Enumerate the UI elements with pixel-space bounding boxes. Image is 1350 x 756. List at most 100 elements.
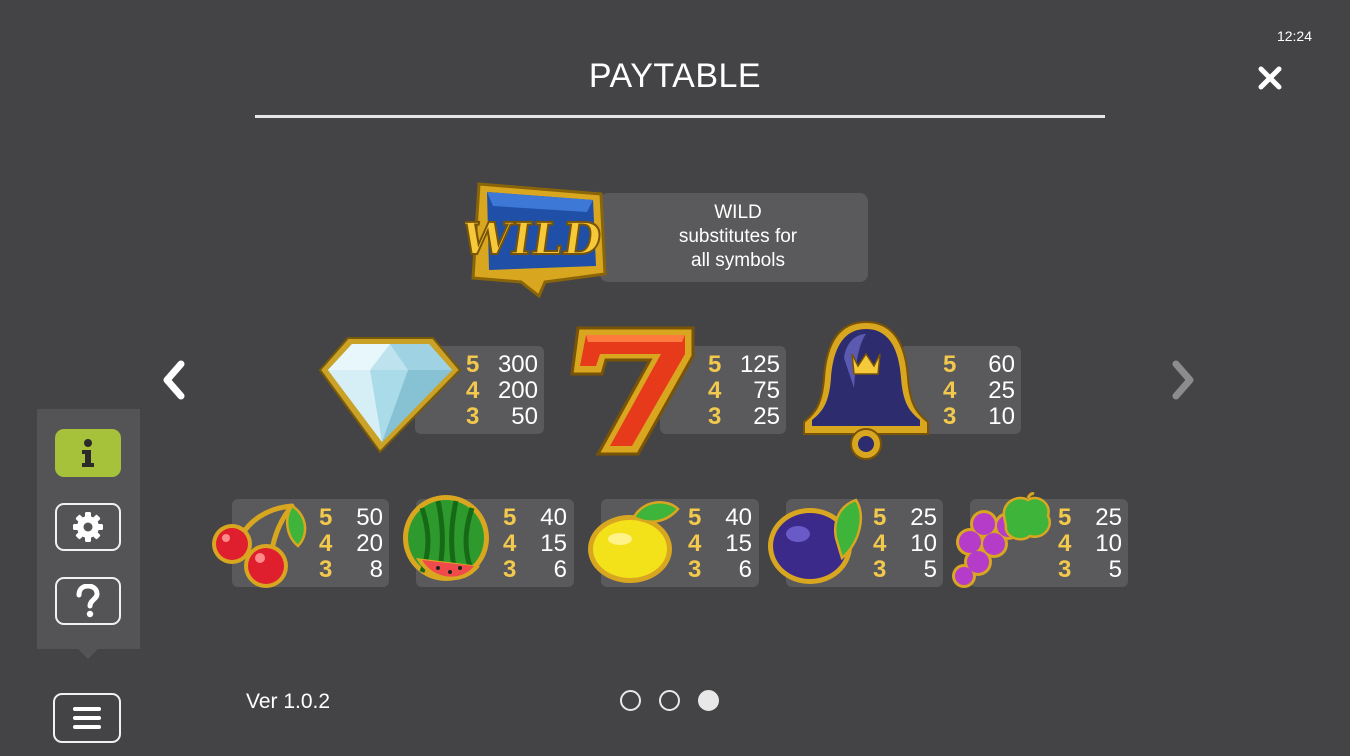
payout-value: 25 bbox=[910, 504, 937, 531]
payout-value: 60 bbox=[988, 351, 1015, 378]
symbol-count: 3 bbox=[1058, 556, 1072, 583]
grapes-icon bbox=[952, 492, 1051, 588]
paytable-values: 5 50 4 20 38 bbox=[319, 505, 383, 583]
wild-line: all symbols bbox=[691, 250, 785, 271]
svg-text:WILD: WILD bbox=[465, 213, 605, 265]
symbol-count: 4 bbox=[466, 377, 480, 404]
symbol-count: 4 bbox=[688, 530, 702, 557]
side-menu bbox=[37, 409, 140, 649]
payout-value: 25 bbox=[753, 403, 780, 430]
symbol-count: 3 bbox=[466, 403, 480, 430]
side-menu-pointer bbox=[77, 648, 99, 659]
symbol-count: 3 bbox=[319, 556, 333, 583]
payout-value: 75 bbox=[753, 377, 780, 404]
paytable-values: 5 25 4 10 35 bbox=[1058, 505, 1122, 583]
pay-row: 5 300 bbox=[466, 352, 538, 378]
version-label: Ver 1.0.2 bbox=[246, 690, 331, 713]
payout-value: 15 bbox=[540, 530, 567, 557]
wild-line: WILD bbox=[714, 202, 762, 223]
cherry-icon bbox=[212, 503, 307, 588]
plum-icon bbox=[768, 498, 863, 584]
symbol-count: 5 bbox=[688, 504, 702, 531]
settings-button[interactable] bbox=[55, 503, 121, 551]
symbol-count: 3 bbox=[873, 556, 887, 583]
page-dot-active[interactable] bbox=[698, 690, 719, 711]
pay-row: 5 25 bbox=[1058, 505, 1122, 531]
wild-line: substitutes for bbox=[678, 226, 798, 247]
question-icon bbox=[76, 584, 100, 618]
pay-row: 36 bbox=[688, 557, 752, 583]
gear-icon bbox=[73, 512, 103, 542]
watermelon-icon bbox=[403, 495, 489, 581]
next-page-button[interactable] bbox=[1166, 358, 1202, 402]
symbol-count: 4 bbox=[1058, 530, 1072, 557]
paytable-values: 5 25 4 10 35 bbox=[873, 505, 937, 583]
pay-row: 5 25 bbox=[873, 505, 937, 531]
symbol-count: 4 bbox=[873, 530, 887, 557]
payout-value: 10 bbox=[988, 403, 1015, 430]
pay-row: 3 50 bbox=[466, 404, 538, 430]
payout-value: 20 bbox=[356, 530, 383, 557]
pay-row: 5 50 bbox=[319, 505, 383, 531]
pay-row: 4 200 bbox=[466, 378, 538, 404]
symbol-count: 4 bbox=[708, 377, 722, 404]
payout-value: 50 bbox=[356, 504, 383, 531]
payout-value: 8 bbox=[369, 556, 383, 583]
symbol-count: 5 bbox=[503, 504, 517, 531]
symbol-count: 3 bbox=[688, 556, 702, 583]
paytable-values: 5 40 4 15 36 bbox=[503, 505, 567, 583]
wild-description: WILD substitutes for all symbols bbox=[612, 201, 864, 273]
payout-value: 6 bbox=[738, 556, 752, 583]
symbol-count: 5 bbox=[319, 504, 333, 531]
symbol-count: 5 bbox=[873, 504, 887, 531]
seven-icon bbox=[570, 326, 695, 456]
payout-value: 10 bbox=[1095, 530, 1122, 557]
pay-row: 35 bbox=[873, 557, 937, 583]
payout-value: 125 bbox=[739, 351, 780, 378]
pagination-dots bbox=[620, 690, 719, 711]
pay-row: 5 125 bbox=[708, 352, 780, 378]
wild-symbol-icon: WILD bbox=[465, 182, 607, 298]
payout-value: 15 bbox=[725, 530, 752, 557]
lemon-icon bbox=[588, 501, 680, 583]
pay-row: 3 10 bbox=[943, 404, 1015, 430]
payout-value: 5 bbox=[923, 556, 937, 583]
paytable-values: 5 40 4 15 36 bbox=[688, 505, 752, 583]
symbol-count: 5 bbox=[466, 351, 480, 378]
pay-row: 4 15 bbox=[503, 531, 567, 557]
pay-row: 5 40 bbox=[503, 505, 567, 531]
paytable-values: 5 300 4 200 3 50 bbox=[466, 352, 538, 430]
payout-value: 6 bbox=[553, 556, 567, 583]
payout-value: 25 bbox=[988, 377, 1015, 404]
pay-row: 5 40 bbox=[688, 505, 752, 531]
clock: 12:24 bbox=[1276, 28, 1312, 44]
pay-row: 35 bbox=[1058, 557, 1122, 583]
menu-button[interactable] bbox=[53, 693, 121, 743]
pay-row: 4 25 bbox=[943, 378, 1015, 404]
paytable-values: 5 60 4 25 3 10 bbox=[943, 352, 1015, 430]
hamburger-icon bbox=[73, 707, 101, 729]
payout-value: 25 bbox=[1095, 504, 1122, 531]
payout-value: 40 bbox=[540, 504, 567, 531]
pay-row: 38 bbox=[319, 557, 383, 583]
paytable-values: 5 125 4 75 3 25 bbox=[708, 352, 780, 430]
title-divider bbox=[255, 115, 1105, 118]
pay-row: 4 75 bbox=[708, 378, 780, 404]
bell-icon bbox=[803, 320, 929, 460]
page-title: PAYTABLE bbox=[588, 57, 762, 95]
info-button[interactable] bbox=[55, 429, 121, 477]
help-button[interactable] bbox=[55, 577, 121, 625]
pay-row: 4 10 bbox=[873, 531, 937, 557]
payout-value: 50 bbox=[511, 403, 538, 430]
payout-value: 300 bbox=[497, 351, 538, 378]
info-icon bbox=[82, 439, 94, 467]
pay-row: 4 10 bbox=[1058, 531, 1122, 557]
close-button[interactable] bbox=[1250, 58, 1290, 98]
page-dot[interactable] bbox=[659, 690, 680, 711]
prev-page-button[interactable] bbox=[155, 358, 191, 402]
pay-row: 4 20 bbox=[319, 531, 383, 557]
page-dot[interactable] bbox=[620, 690, 641, 711]
payout-value: 5 bbox=[1108, 556, 1122, 583]
payout-value: 40 bbox=[725, 504, 752, 531]
close-icon bbox=[1258, 66, 1282, 90]
